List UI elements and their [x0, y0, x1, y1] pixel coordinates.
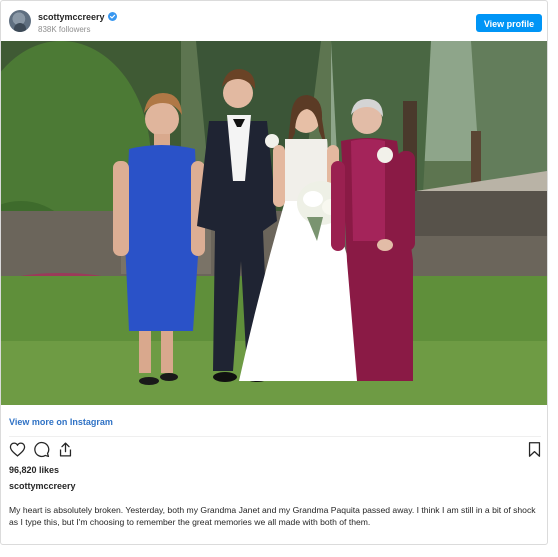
- divider: [9, 436, 541, 437]
- like-count[interactable]: 96,820 likes: [9, 465, 59, 476]
- post-photo[interactable]: [1, 41, 547, 405]
- view-more-link[interactable]: View more on Instagram: [9, 417, 113, 428]
- verified-badge-icon: [107, 12, 117, 21]
- follower-count: 838K followers: [38, 25, 91, 34]
- caption-username[interactable]: scottymccreery: [9, 481, 76, 492]
- instagram-embed-card: scottymccreery 838K followers View profi…: [0, 0, 548, 545]
- bookmark-icon[interactable]: [526, 441, 543, 458]
- action-bar: [9, 441, 543, 461]
- username[interactable]: scottymccreery: [38, 12, 105, 22]
- username-row[interactable]: scottymccreery: [38, 12, 117, 23]
- avatar[interactable]: [9, 10, 31, 32]
- heart-icon[interactable]: [9, 441, 26, 458]
- caption-text: My heart is absolutely broken. Yesterday…: [9, 505, 536, 527]
- post-header: scottymccreery 838K followers View profi…: [1, 1, 547, 41]
- view-profile-button[interactable]: View profile: [476, 14, 542, 32]
- comment-icon[interactable]: [33, 441, 50, 458]
- share-icon[interactable]: [57, 441, 74, 458]
